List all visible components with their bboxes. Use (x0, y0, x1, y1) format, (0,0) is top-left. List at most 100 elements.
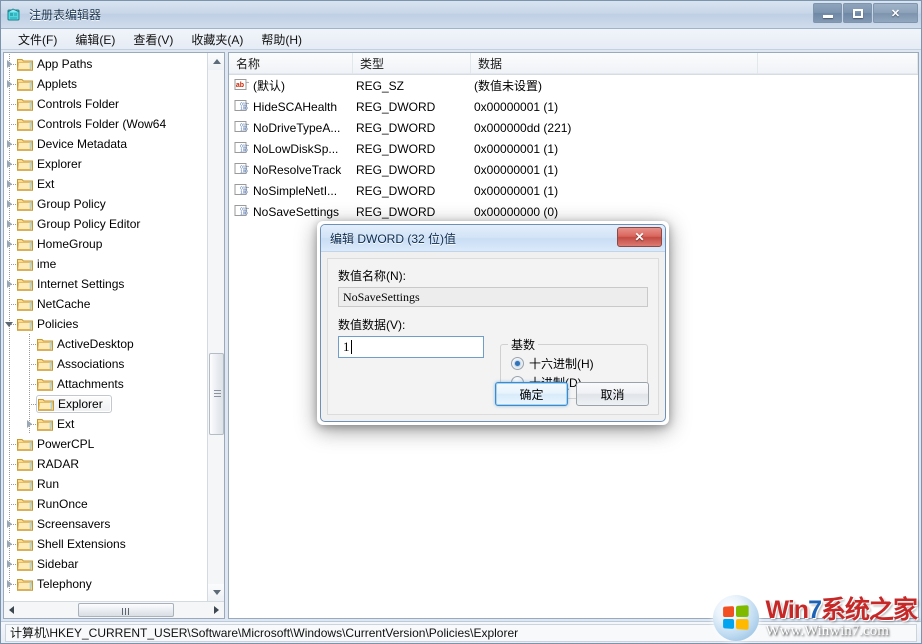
maximize-button[interactable] (843, 3, 872, 23)
collapse-arrow-icon[interactable] (4, 318, 16, 330)
tree-node-content[interactable]: Internet Settings (16, 275, 132, 293)
tree-node[interactable]: Shell Extensions (4, 534, 224, 554)
tree-node-content[interactable]: Screensavers (16, 515, 118, 533)
tree-node[interactable]: Run (4, 474, 224, 494)
tree-horizontal-scrollbar[interactable] (4, 601, 224, 618)
expand-arrow-icon[interactable] (4, 278, 16, 290)
value-name-input[interactable]: NoSaveSettings (338, 287, 648, 307)
list-row[interactable]: 011 100 HideSCAHealth REG_DWORD 0x00000001 (… (229, 96, 918, 117)
list-row[interactable]: ab (默认) REG_SZ (数值未设置) (229, 75, 918, 96)
tree-node[interactable]: App Paths (4, 54, 224, 74)
tree-vertical-scrollbar[interactable] (207, 53, 224, 601)
column-header-name[interactable]: 名称 (229, 53, 353, 74)
menu-favorites[interactable]: 收藏夹(A) (182, 29, 252, 50)
tree-node[interactable]: Attachments (4, 374, 224, 394)
cancel-button[interactable]: 取消 (576, 382, 649, 406)
tree-node[interactable]: Explorer (4, 154, 224, 174)
tree-node-content[interactable]: Controls Folder (16, 95, 127, 113)
tree-node[interactable]: NetCache (4, 294, 224, 314)
tree-node-content[interactable]: NetCache (16, 295, 98, 313)
tree-node-content[interactable]: Sidebar (16, 555, 86, 573)
tree-node-content[interactable]: Shell Extensions (16, 535, 134, 553)
close-button[interactable]: ✕ (873, 3, 918, 23)
scroll-down-arrow-icon[interactable] (208, 584, 224, 601)
tree-node-content[interactable]: Device Metadata (16, 135, 135, 153)
list-row[interactable]: 011 100 NoLowDiskSp... REG_DWORD 0x00000001 … (229, 138, 918, 159)
tree-node[interactable]: Associations (4, 354, 224, 374)
tree-node-content[interactable]: Attachments (36, 375, 132, 393)
tree-node[interactable]: RunOnce (4, 494, 224, 514)
tree-node-content[interactable]: Applets (16, 75, 85, 93)
tree-node[interactable]: Controls Folder (Wow64 (4, 114, 224, 134)
tree-hscroll-thumb[interactable] (78, 603, 174, 617)
tree-node-content[interactable]: RADAR (16, 455, 87, 473)
list-row[interactable]: 011 100 NoDriveTypeA... REG_DWORD 0x000000dd… (229, 117, 918, 138)
expand-arrow-icon[interactable] (24, 418, 36, 430)
expand-arrow-icon[interactable] (4, 578, 16, 590)
tree-node[interactable]: Group Policy (4, 194, 224, 214)
tree-node-content[interactable]: ActiveDesktop (36, 335, 142, 353)
list-row[interactable]: 011 100 NoSaveSettings REG_DWORD 0x00000000 … (229, 201, 918, 222)
tree-node[interactable]: Screensavers (4, 514, 224, 534)
tree-node-content[interactable]: Controls Folder (Wow64 (16, 115, 174, 133)
menu-help[interactable]: 帮助(H) (252, 29, 311, 50)
tree-node-content[interactable]: Group Policy (16, 195, 114, 213)
tree-node-content[interactable]: PowerCPL (16, 435, 102, 453)
column-header-type[interactable]: 类型 (353, 53, 471, 74)
expand-arrow-icon[interactable] (4, 238, 16, 250)
tree-node[interactable]: Controls Folder (4, 94, 224, 114)
tree-node-content[interactable]: RunOnce (16, 495, 96, 513)
tree-node-content[interactable]: Ext (36, 415, 82, 433)
expand-arrow-icon[interactable] (4, 538, 16, 550)
expand-arrow-icon[interactable] (4, 218, 16, 230)
tree-node[interactable]: Ext (4, 414, 224, 434)
tree-node-content[interactable]: Associations (36, 355, 132, 373)
tree-node-content[interactable]: Run (16, 475, 67, 493)
list-row[interactable]: 011 100 NoResolveTrack REG_DWORD 0x00000001 … (229, 159, 918, 180)
tree-node[interactable]: Internet Settings (4, 274, 224, 294)
tree-node-content[interactable]: Telephony (16, 575, 100, 593)
list-row[interactable]: 011 100 NoSimpleNetI... REG_DWORD 0x00000001… (229, 180, 918, 201)
menu-edit[interactable]: 编辑(E) (66, 29, 124, 50)
value-data-input[interactable]: 1 (338, 336, 484, 358)
menu-view[interactable]: 查看(V) (124, 29, 182, 50)
tree-node[interactable]: ime (4, 254, 224, 274)
tree-node[interactable]: Device Metadata (4, 134, 224, 154)
ok-button[interactable]: 确定 (495, 382, 568, 406)
tree-node[interactable]: Group Policy Editor (4, 214, 224, 234)
tree-node[interactable]: Explorer (4, 394, 224, 414)
tree-node-content[interactable]: App Paths (16, 55, 100, 73)
tree-node-content[interactable]: Policies (16, 315, 86, 333)
tree-node[interactable]: ActiveDesktop (4, 334, 224, 354)
tree-node[interactable]: Policies (4, 314, 224, 334)
expand-arrow-icon[interactable] (4, 178, 16, 190)
expand-arrow-icon[interactable] (4, 558, 16, 570)
column-header-data[interactable]: 数据 (471, 53, 758, 74)
minimize-button[interactable] (813, 3, 842, 23)
expand-arrow-icon[interactable] (4, 138, 16, 150)
expand-arrow-icon[interactable] (4, 518, 16, 530)
tree-node[interactable]: Ext (4, 174, 224, 194)
tree-node[interactable]: PowerCPL (4, 434, 224, 454)
scroll-left-arrow-icon[interactable] (4, 602, 21, 618)
expand-arrow-icon[interactable] (4, 78, 16, 90)
expand-arrow-icon[interactable] (4, 58, 16, 70)
tree-node-content[interactable]: Ext (16, 175, 62, 193)
tree-node[interactable]: Sidebar (4, 554, 224, 574)
tree-node-content[interactable]: ime (16, 255, 64, 273)
tree-node[interactable]: RADAR (4, 454, 224, 474)
expand-arrow-icon[interactable] (4, 198, 16, 210)
tree-vscroll-thumb[interactable] (209, 353, 224, 435)
radio-hexadecimal[interactable]: 十六进制(H) (511, 354, 639, 373)
dialog-close-button[interactable]: ✕ (617, 227, 662, 247)
tree-node-content[interactable]: Explorer (36, 395, 112, 413)
scroll-right-arrow-icon[interactable] (207, 602, 224, 618)
menu-file[interactable]: 文件(F) (9, 29, 66, 50)
tree-node-content[interactable]: Group Policy Editor (16, 215, 148, 233)
tree-node[interactable]: HomeGroup (4, 234, 224, 254)
expand-arrow-icon[interactable] (4, 158, 16, 170)
scroll-up-arrow-icon[interactable] (208, 53, 224, 70)
tree-node[interactable]: Applets (4, 74, 224, 94)
tree-node-content[interactable]: Explorer (16, 155, 90, 173)
tree-node-content[interactable]: HomeGroup (16, 235, 110, 253)
